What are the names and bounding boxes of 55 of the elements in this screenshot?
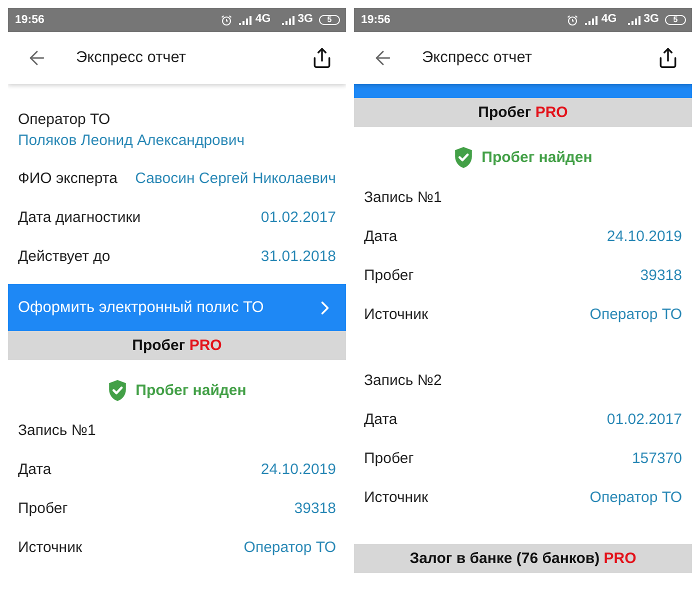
field-value: 39318 [640,267,682,284]
field-value: 157370 [632,450,682,467]
signal-icon [585,16,598,24]
field-label: Пробег [364,450,414,467]
field-value: 24.10.2019 [606,228,682,245]
network-label: 3G [298,14,313,26]
battery-indicator: 5 [665,15,686,25]
network-label: 4G [601,14,617,26]
status-text: Пробег найден [482,148,592,168]
status-time: 19:56 [15,14,44,26]
field-label: Дата [364,411,398,428]
field-value: Савосин Сергей Николаевич [135,170,336,187]
shield-check-icon [108,380,127,401]
field-label: Действует до [18,248,110,265]
field-label: ФИО эксперта [18,170,118,187]
signal-icon [628,16,641,24]
field-label: Источник [18,539,82,556]
section-title: Пробег PRO [478,104,568,121]
network-label: 3G [644,14,659,26]
field-value: 31.01.2018 [260,248,336,265]
alarm-clock-icon [567,14,578,26]
section-title: Залог в банке (76 банков) PRO [410,550,636,567]
field-value: Оператор ТО [244,539,336,556]
field-label: Оператор ТО [18,110,110,130]
field-label: Источник [364,489,428,506]
share-icon [657,47,679,69]
signal-icon [239,16,252,24]
screen-title: Экспресс отчет [422,49,532,67]
alarm-clock-icon [221,14,232,26]
shield-check-icon [454,147,473,168]
signal-icon [282,16,295,24]
section-title: Пробег PRO [132,337,222,354]
field-value: Оператор ТО [590,306,682,323]
record-title: Запись №2 [364,372,442,389]
record-title: Запись №1 [364,189,442,206]
share-icon [311,47,333,69]
field-label: Дата [364,228,398,245]
record-title: Запись №1 [18,422,96,439]
field-value: 01.02.2017 [260,209,336,226]
battery-indicator: 5 [319,15,340,25]
screen-title: Экспресс отчет [76,49,186,67]
status-time: 19:56 [361,14,390,26]
field-value: Оператор ТО [590,489,682,506]
status-text: Пробег найден [136,381,246,401]
policy-action-button[interactable]: Оформить электронный полис ТО [8,284,346,331]
field-label: Дата [18,461,52,478]
field-value: 01.02.2017 [606,411,682,428]
field-value: 39318 [294,500,336,517]
field-value: Поляков Леонид Александрович [18,131,245,151]
field-label: Источник [364,306,428,323]
network-label: 4G [255,14,271,26]
field-value: 24.10.2019 [260,461,336,478]
field-label: Пробег [364,267,414,284]
field-label: Пробег [18,500,68,517]
field-label: Дата диагностики [18,209,141,226]
